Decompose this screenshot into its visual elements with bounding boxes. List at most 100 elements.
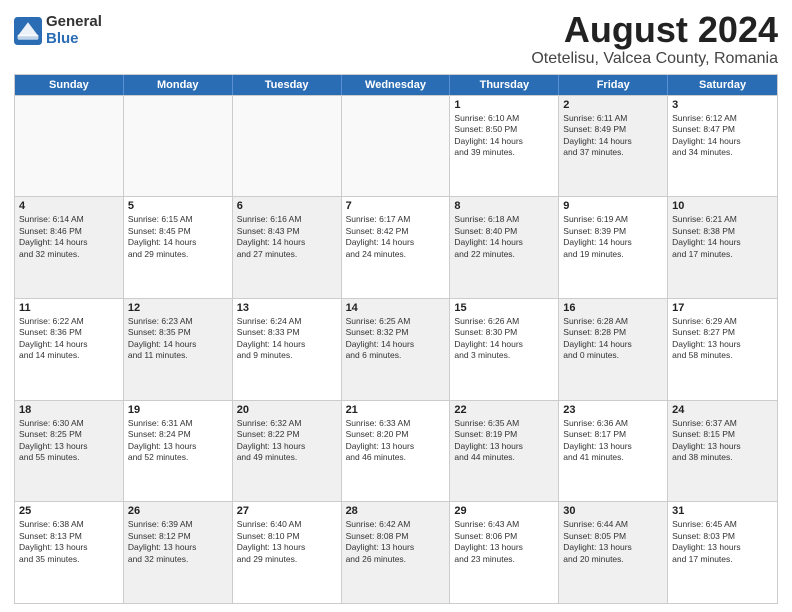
header-day-wednesday: Wednesday — [342, 75, 451, 95]
logo: General Blue — [14, 14, 102, 47]
day-number: 28 — [346, 505, 446, 517]
logo-text: General Blue — [46, 14, 102, 47]
header-day-saturday: Saturday — [668, 75, 777, 95]
day-number: 30 — [563, 505, 663, 517]
day-number: 25 — [19, 505, 119, 517]
cell-info: Sunrise: 6:15 AM Sunset: 8:45 PM Dayligh… — [128, 214, 228, 260]
day-number: 24 — [672, 404, 773, 416]
cell-info: Sunrise: 6:23 AM Sunset: 8:35 PM Dayligh… — [128, 316, 228, 362]
cell-info: Sunrise: 6:22 AM Sunset: 8:36 PM Dayligh… — [19, 316, 119, 362]
calendar-cell-1-6: 10 Sunrise: 6:21 AM Sunset: 8:38 PM Dayli… — [668, 197, 777, 298]
header: General Blue August 2024 Otetelisu, Valc… — [14, 10, 778, 68]
cell-info: Sunrise: 6:19 AM Sunset: 8:39 PM Dayligh… — [563, 214, 663, 260]
calendar-cell-2-2: 13Sunrise: 6:24 AM Sunset: 8:33 PM Dayli… — [233, 299, 342, 400]
calendar-cell-3-1: 19Sunrise: 6:31 AM Sunset: 8:24 PM Dayli… — [124, 401, 233, 502]
day-number: 14 — [346, 302, 446, 314]
day-number: 2 — [563, 99, 663, 111]
calendar-cell-0-2 — [233, 96, 342, 197]
day-number: 3 — [672, 99, 773, 111]
day-number: 4 — [19, 200, 119, 212]
cell-info: Sunrise: 6:17 AM Sunset: 8:42 PM Dayligh… — [346, 214, 446, 260]
day-number: 11 — [19, 302, 119, 314]
cell-info: Sunrise: 6:12 AM Sunset: 8:47 PM Dayligh… — [672, 113, 773, 159]
cell-info: Sunrise: 6:42 AM Sunset: 8:08 PM Dayligh… — [346, 519, 446, 565]
header-day-monday: Monday — [124, 75, 233, 95]
main-title: August 2024 — [531, 10, 778, 50]
calendar-cell-2-0: 11 Sunrise: 6:22 AM Sunset: 8:36 PM Dayli… — [15, 299, 124, 400]
cell-info: Sunrise: 6:16 AM Sunset: 8:43 PM Dayligh… — [237, 214, 337, 260]
day-number: 1 — [454, 99, 554, 111]
cell-info: Sunrise: 6:26 AM Sunset: 8:30 PM Dayligh… — [454, 316, 554, 362]
calendar: SundayMondayTuesdayWednesdayThursdayFrid… — [14, 74, 778, 604]
calendar-cell-4-1: 26Sunrise: 6:39 AM Sunset: 8:12 PM Dayli… — [124, 502, 233, 603]
header-day-thursday: Thursday — [450, 75, 559, 95]
day-number: 29 — [454, 505, 554, 517]
calendar-cell-1-0: 4 Sunrise: 6:14 AM Sunset: 8:46 PM Daylig… — [15, 197, 124, 298]
calendar-cell-0-4: 1 Sunrise: 6:10 AM Sunset: 8:50 PM Daylig… — [450, 96, 559, 197]
day-number: 20 — [237, 404, 337, 416]
cell-info: Sunrise: 6:18 AM Sunset: 8:40 PM Dayligh… — [454, 214, 554, 260]
calendar-cell-3-5: 23 Sunrise: 6:36 AM Sunset: 8:17 PM Dayli… — [559, 401, 668, 502]
cell-info: Sunrise: 6:21 AM Sunset: 8:38 PM Dayligh… — [672, 214, 773, 260]
calendar-header: SundayMondayTuesdayWednesdayThursdayFrid… — [15, 75, 777, 95]
day-number: 9 — [563, 200, 663, 212]
calendar-cell-4-2: 27 Sunrise: 6:40 AM Sunset: 8:10 PM Dayli… — [233, 502, 342, 603]
calendar-row-3: 18Sunrise: 6:30 AM Sunset: 8:25 PM Dayli… — [15, 400, 777, 502]
calendar-cell-4-3: 28 Sunrise: 6:42 AM Sunset: 8:08 PM Dayli… — [342, 502, 451, 603]
calendar-row-4: 25 Sunrise: 6:38 AM Sunset: 8:13 PM Dayli… — [15, 501, 777, 603]
cell-info: Sunrise: 6:10 AM Sunset: 8:50 PM Dayligh… — [454, 113, 554, 159]
cell-info: Sunrise: 6:35 AM Sunset: 8:19 PM Dayligh… — [454, 418, 554, 464]
cell-info: Sunrise: 6:38 AM Sunset: 8:13 PM Dayligh… — [19, 519, 119, 565]
day-number: 22 — [454, 404, 554, 416]
header-day-tuesday: Tuesday — [233, 75, 342, 95]
calendar-cell-0-6: 3 Sunrise: 6:12 AM Sunset: 8:47 PM Daylig… — [668, 96, 777, 197]
cell-info: Sunrise: 6:33 AM Sunset: 8:20 PM Dayligh… — [346, 418, 446, 464]
calendar-cell-1-4: 8 Sunrise: 6:18 AM Sunset: 8:40 PM Daylig… — [450, 197, 559, 298]
day-number: 23 — [563, 404, 663, 416]
calendar-cell-1-3: 7 Sunrise: 6:17 AM Sunset: 8:42 PM Daylig… — [342, 197, 451, 298]
day-number: 31 — [672, 505, 773, 517]
title-block: August 2024 Otetelisu, Valcea County, Ro… — [531, 10, 778, 68]
logo-icon — [14, 17, 42, 45]
calendar-cell-0-3 — [342, 96, 451, 197]
calendar-cell-0-5: 2Sunrise: 6:11 AM Sunset: 8:49 PM Daylig… — [559, 96, 668, 197]
calendar-cell-3-0: 18Sunrise: 6:30 AM Sunset: 8:25 PM Dayli… — [15, 401, 124, 502]
calendar-cell-3-4: 22 Sunrise: 6:35 AM Sunset: 8:19 PM Dayli… — [450, 401, 559, 502]
calendar-cell-2-6: 17Sunrise: 6:29 AM Sunset: 8:27 PM Dayli… — [668, 299, 777, 400]
cell-info: Sunrise: 6:36 AM Sunset: 8:17 PM Dayligh… — [563, 418, 663, 464]
calendar-cell-2-5: 16 Sunrise: 6:28 AM Sunset: 8:28 PM Dayli… — [559, 299, 668, 400]
calendar-cell-1-2: 6Sunrise: 6:16 AM Sunset: 8:43 PM Daylig… — [233, 197, 342, 298]
day-number: 15 — [454, 302, 554, 314]
day-number: 16 — [563, 302, 663, 314]
cell-info: Sunrise: 6:40 AM Sunset: 8:10 PM Dayligh… — [237, 519, 337, 565]
calendar-cell-4-0: 25 Sunrise: 6:38 AM Sunset: 8:13 PM Dayli… — [15, 502, 124, 603]
day-number: 27 — [237, 505, 337, 517]
calendar-row-0: 1 Sunrise: 6:10 AM Sunset: 8:50 PM Daylig… — [15, 95, 777, 197]
calendar-cell-0-1 — [124, 96, 233, 197]
day-number: 21 — [346, 404, 446, 416]
calendar-row-1: 4 Sunrise: 6:14 AM Sunset: 8:46 PM Daylig… — [15, 196, 777, 298]
cell-info: Sunrise: 6:28 AM Sunset: 8:28 PM Dayligh… — [563, 316, 663, 362]
calendar-cell-3-6: 24 Sunrise: 6:37 AM Sunset: 8:15 PM Dayli… — [668, 401, 777, 502]
calendar-cell-4-4: 29 Sunrise: 6:43 AM Sunset: 8:06 PM Dayli… — [450, 502, 559, 603]
day-number: 13 — [237, 302, 337, 314]
calendar-cell-2-4: 15 Sunrise: 6:26 AM Sunset: 8:30 PM Dayli… — [450, 299, 559, 400]
day-number: 12 — [128, 302, 228, 314]
page: General Blue August 2024 Otetelisu, Valc… — [0, 0, 792, 612]
calendar-cell-2-3: 14Sunrise: 6:25 AM Sunset: 8:32 PM Dayli… — [342, 299, 451, 400]
cell-info: Sunrise: 6:14 AM Sunset: 8:46 PM Dayligh… — [19, 214, 119, 260]
logo-general-label: General — [46, 14, 102, 31]
calendar-cell-3-3: 21 Sunrise: 6:33 AM Sunset: 8:20 PM Dayli… — [342, 401, 451, 502]
cell-info: Sunrise: 6:37 AM Sunset: 8:15 PM Dayligh… — [672, 418, 773, 464]
day-number: 10 — [672, 200, 773, 212]
cell-info: Sunrise: 6:43 AM Sunset: 8:06 PM Dayligh… — [454, 519, 554, 565]
calendar-cell-1-1: 5Sunrise: 6:15 AM Sunset: 8:45 PM Daylig… — [124, 197, 233, 298]
day-number: 19 — [128, 404, 228, 416]
calendar-body: 1 Sunrise: 6:10 AM Sunset: 8:50 PM Daylig… — [15, 95, 777, 603]
cell-info: Sunrise: 6:32 AM Sunset: 8:22 PM Dayligh… — [237, 418, 337, 464]
day-number: 8 — [454, 200, 554, 212]
day-number: 7 — [346, 200, 446, 212]
cell-info: Sunrise: 6:29 AM Sunset: 8:27 PM Dayligh… — [672, 316, 773, 362]
cell-info: Sunrise: 6:45 AM Sunset: 8:03 PM Dayligh… — [672, 519, 773, 565]
subtitle: Otetelisu, Valcea County, Romania — [531, 50, 778, 68]
